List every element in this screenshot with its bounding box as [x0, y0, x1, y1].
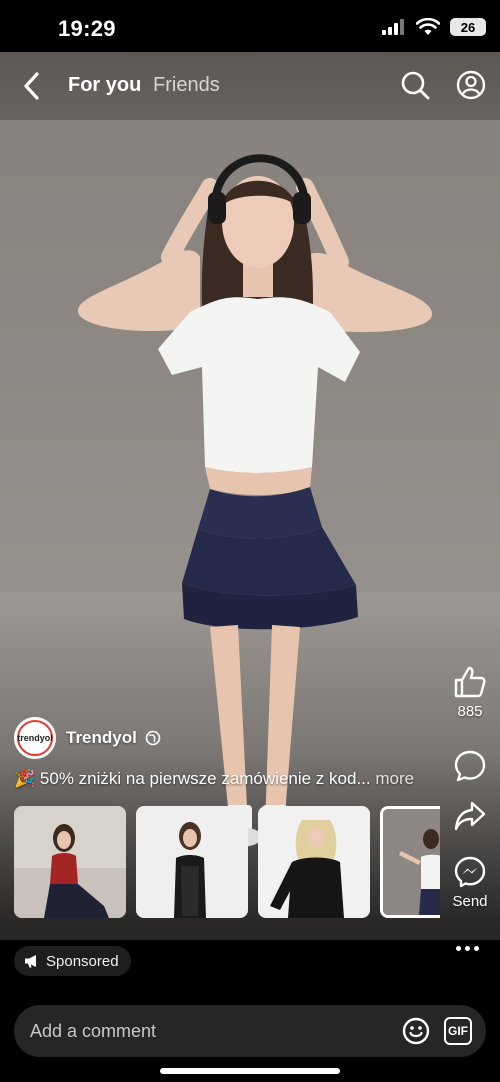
home-indicator: [160, 1068, 340, 1074]
back-icon: [24, 72, 39, 100]
product-card[interactable]: [136, 806, 248, 918]
send-label: Send: [452, 893, 488, 910]
globe-icon: [145, 730, 161, 746]
profile-icon[interactable]: [456, 70, 486, 100]
author-name[interactable]: Trendyol: [66, 728, 137, 748]
wifi-icon: [416, 18, 440, 35]
product-image: [258, 806, 370, 918]
product-image: [383, 809, 440, 915]
status-icons: 26: [382, 18, 486, 36]
thumbs-up-icon: [454, 666, 486, 698]
product-carousel[interactable]: [14, 806, 440, 918]
comment-input[interactable]: [14, 1005, 394, 1057]
comment-icon: [454, 750, 486, 782]
like-button[interactable]: 885: [440, 665, 500, 720]
status-bar: 19:29 26: [0, 0, 500, 52]
status-time: 19:29: [58, 16, 116, 41]
avatar[interactable]: trendyol: [14, 717, 56, 759]
megaphone-icon: [25, 955, 36, 968]
caption-more-link[interactable]: more: [375, 769, 414, 788]
share-icon: [454, 801, 486, 831]
product-card-selected[interactable]: [380, 806, 440, 918]
caption-text: 50% zniżki na pierwsze zamówienie z kod.…: [39, 769, 371, 788]
send-button[interactable]: Send: [440, 855, 500, 910]
avatar-logo: trendyol: [17, 720, 53, 756]
gif-button[interactable]: GIF: [444, 1017, 472, 1045]
post-caption[interactable]: 🎉 50% zniżki na pierwsze zamówienie z ko…: [14, 769, 444, 789]
like-count: 885: [457, 703, 483, 720]
battery-icon: 26: [450, 18, 486, 36]
share-button[interactable]: [440, 799, 500, 833]
signal-icon: [382, 19, 404, 35]
product-card[interactable]: [258, 806, 370, 918]
comment-button[interactable]: [440, 749, 500, 783]
tab-for-you[interactable]: For you: [68, 74, 141, 97]
sponsored-badge[interactable]: Sponsored: [14, 946, 131, 976]
tab-friends[interactable]: Friends: [153, 74, 220, 97]
party-emoji: 🎉: [14, 769, 36, 788]
more-options-icon[interactable]: [456, 946, 479, 951]
comment-bar: GIF: [14, 1005, 486, 1057]
product-card[interactable]: [14, 806, 126, 918]
product-image: [136, 806, 248, 918]
sponsored-label: Sponsored: [46, 952, 119, 970]
product-image: [14, 806, 126, 918]
top-nav: For you Friends: [0, 52, 500, 120]
post-author[interactable]: trendyol Trendyol: [14, 717, 161, 759]
messenger-icon: [454, 856, 486, 888]
search-icon[interactable]: [400, 70, 430, 100]
emoji-icon[interactable]: [402, 1017, 430, 1045]
back-button[interactable]: [16, 68, 46, 104]
